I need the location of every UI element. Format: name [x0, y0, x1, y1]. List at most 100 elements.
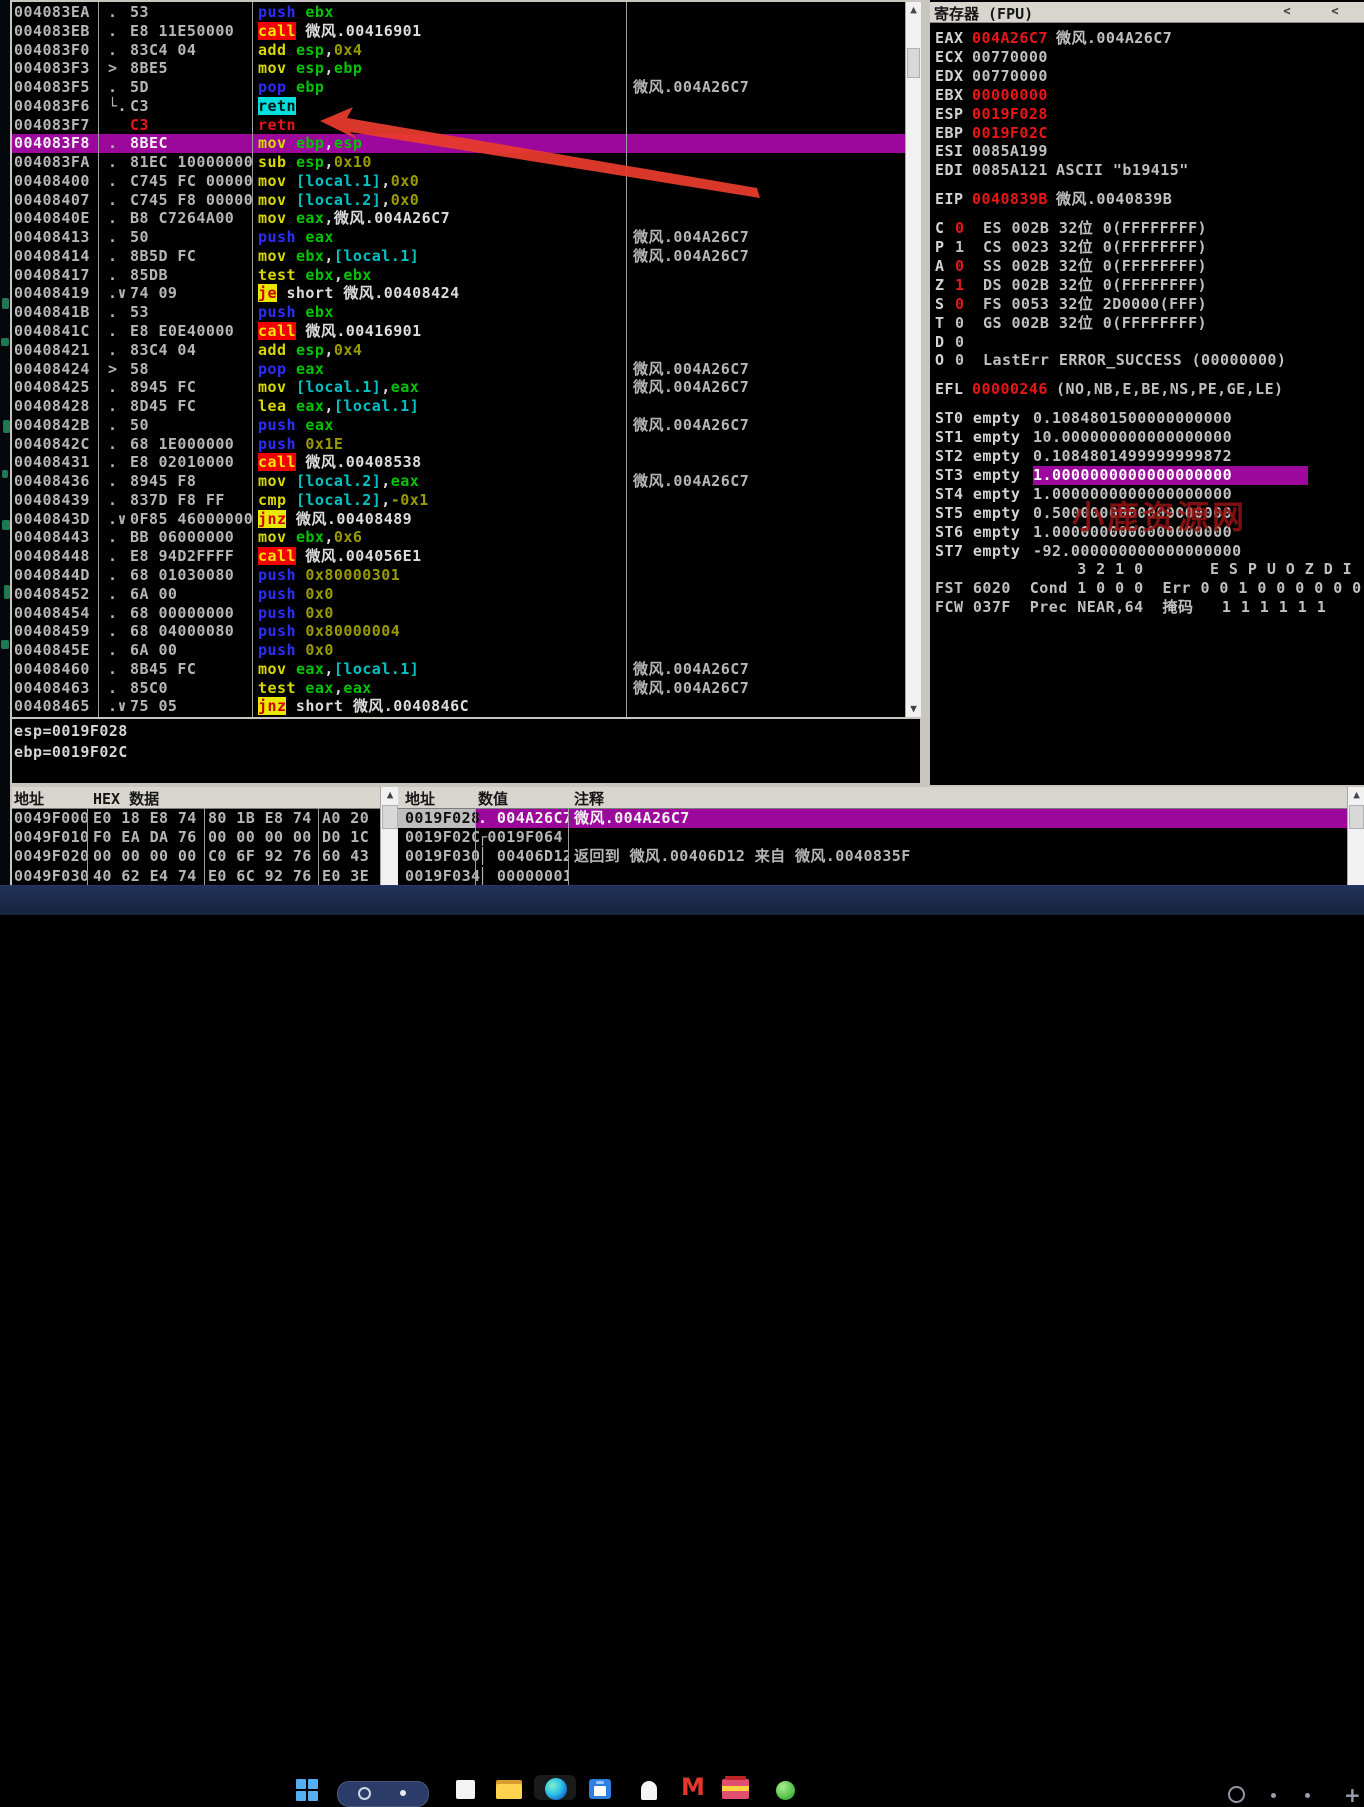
register-line[interactable]: EIP0040839B微风.0040839B — [930, 190, 1364, 209]
prev-pane-button[interactable]: < — [1276, 4, 1298, 20]
scroll-up-icon[interactable]: ▲ — [381, 787, 398, 803]
stack-pane[interactable]: 地址 数值 注释 0019F028. 004A26C7微风.004A26C700… — [398, 787, 1364, 885]
register-line[interactable]: ESI0085A199 — [930, 142, 1364, 161]
disasm-row[interactable]: 0040843D.∨0F85 46000000jnz 微风.00408489 — [12, 510, 905, 529]
register-line[interactable]: EDI0085A121ASCII "b19415" — [930, 161, 1364, 180]
disasm-row[interactable]: 004083EB.E8 11E50000call 微风.00416901 — [12, 22, 905, 41]
stack-row[interactable]: 0019F034│ 00000001 — [398, 867, 1364, 885]
stack-row[interactable]: 0019F028. 004A26C7微风.004A26C7 — [398, 809, 1364, 828]
register-line[interactable]: ECX00770000 — [930, 48, 1364, 67]
dump-pane[interactable]: 地址 HEX 数据 0049F000E0 18 E8 7480 1B E8 74… — [12, 787, 398, 885]
disasm-row[interactable]: 004083F0.83C4 04add esp,0x4 — [12, 41, 905, 60]
register-line[interactable]: EDX00770000 — [930, 67, 1364, 86]
scroll-down-icon[interactable]: ▼ — [906, 701, 921, 717]
register-line[interactable]: ST2 empty0.1084801499999999872 — [930, 447, 1364, 466]
disasm-row[interactable]: 00408417.85DBtest ebx,ebx — [12, 266, 905, 285]
scroll-thumb[interactable] — [1349, 805, 1364, 829]
edge-browser-icon[interactable] — [545, 1778, 567, 1800]
registers-pane[interactable]: 寄存器 (FPU) < < EAX004A26C7微风.004A26C7ECX0… — [930, 0, 1364, 785]
prev-pane-button[interactable]: < — [1324, 4, 1346, 20]
disasm-row[interactable]: 00408424>58pop eax微风.004A26C7 — [12, 360, 905, 379]
disasm-row[interactable]: 00408431.E8 02010000call 微风.00408538 — [12, 453, 905, 472]
register-line[interactable]: D0 — [930, 333, 1364, 352]
disasm-row[interactable]: 00408407.C745 F8 000000mov [local.2],0x0 — [12, 191, 905, 210]
stack-row[interactable]: 0019F02C┌0019F064 — [398, 828, 1364, 847]
disasm-row[interactable]: 00408421.83C4 04add esp,0x4 — [12, 341, 905, 360]
scroll-thumb[interactable] — [907, 48, 920, 78]
scroll-up-icon[interactable]: ▲ — [906, 2, 921, 18]
register-line[interactable]: O0LastErr ERROR_SUCCESS (00000000) — [930, 351, 1364, 370]
app-green-icon[interactable] — [776, 1781, 795, 1800]
disasm-row[interactable]: 004083F3>8BE5mov esp,ebp — [12, 59, 905, 78]
stack-scrollbar[interactable]: ▲ — [1347, 787, 1364, 885]
disasm-row[interactable]: 004083F5.5Dpop ebp微风.004A26C7 — [12, 78, 905, 97]
scroll-thumb[interactable] — [382, 805, 398, 829]
disasm-row[interactable]: 00408414.8B5D FCmov ebx,[local.1]微风.004A… — [12, 247, 905, 266]
dump-row[interactable]: 0049F02000 00 00 00C0 6F 92 7660 43 — [12, 847, 398, 866]
disasm-row[interactable]: 004083FA.81EC 10000000sub esp,0x10 — [12, 153, 905, 172]
disasm-row[interactable]: 00408454.68 00000000push 0x0 — [12, 604, 905, 623]
register-line[interactable]: ESP0019F028 — [930, 105, 1364, 124]
disasm-row[interactable]: 00408400.C745 FC 000000mov [local.1],0x0 — [12, 172, 905, 191]
disasm-row[interactable]: 00408452.6A 00push 0x0 — [12, 585, 905, 604]
start-button-icon[interactable] — [296, 1779, 319, 1802]
disasm-row[interactable]: 00408425.8945 FCmov [local.1],eax微风.004A… — [12, 378, 905, 397]
disasm-row[interactable]: 004083EA.53push ebx — [12, 3, 905, 22]
register-line[interactable]: EBP0019F02C — [930, 124, 1364, 143]
stack-row[interactable]: 0019F030│ 00406D12返回到 微风.00406D12 来自 微风.… — [398, 847, 1364, 866]
plus-icon[interactable]: + — [1344, 1783, 1361, 1807]
clock-icon[interactable] — [1228, 1786, 1245, 1803]
disasm-row[interactable]: 00408439.837D F8 FFcmp [local.2],-0x1 — [12, 491, 905, 510]
disasm-row[interactable]: 004083F8.8BECmov ebp,esp — [12, 134, 905, 153]
register-line[interactable]: ST3 empty1.0000000000000000000 — [930, 466, 1364, 485]
register-line[interactable]: FCW 037F Prec NEAR,64 掩码 1 1 1 1 1 1 — [930, 598, 1364, 617]
disasm-row[interactable]: 00408465.∨75 05jnz short 微风.0040846C — [12, 697, 905, 716]
dump-row[interactable]: 0049F000E0 18 E8 7480 1B E8 74A0 20 — [12, 809, 398, 828]
register-line[interactable]: ST0 empty0.1084801500000000000 — [930, 409, 1364, 428]
register-line[interactable]: P1CS 0023 32位 0(FFFFFFFF) — [930, 238, 1364, 257]
register-line[interactable]: Z1DS 002B 32位 0(FFFFFFFF) — [930, 276, 1364, 295]
app-window-icon[interactable] — [456, 1780, 475, 1799]
disasm-row[interactable]: 0040842B.50push eax微风.004A26C7 — [12, 416, 905, 435]
disasm-row[interactable]: 00408459.68 04000080push 0x80000004 — [12, 622, 905, 641]
disasm-row[interactable]: 0040842C.68 1E000000push 0x1E — [12, 435, 905, 454]
disasm-row[interactable]: 0040840E.B8 C7264A00mov eax,微风.004A26C7 — [12, 209, 905, 228]
dump-row[interactable]: 0049F010F0 EA DA 7600 00 00 00D0 1C — [12, 828, 398, 847]
register-line[interactable]: A0SS 002B 32位 0(FFFFFFFF) — [930, 257, 1364, 276]
microsoft-store-icon[interactable] — [589, 1779, 611, 1799]
register-line[interactable]: EFL00000246(NO,NB,E,BE,NS,PE,GE,LE) — [930, 380, 1364, 399]
disasm-row[interactable]: 0040841B.53push ebx — [12, 303, 905, 322]
register-line[interactable]: 3 2 1 0 E S P U O Z D I — [930, 560, 1364, 579]
disasm-row[interactable]: 00408413.50push eax微风.004A26C7 — [12, 228, 905, 247]
disasm-row[interactable]: 00408428.8D45 FClea eax,[local.1] — [12, 397, 905, 416]
register-line[interactable]: C0ES 002B 32位 0(FFFFFFFF) — [930, 219, 1364, 238]
disasm-row[interactable]: 00408443.BB 06000000mov ebx,0x6 — [12, 528, 905, 547]
disasm-row[interactable]: 004083F7C3retn — [12, 116, 905, 135]
register-line[interactable]: EAX004A26C7微风.004A26C7 — [930, 29, 1364, 48]
file-explorer-icon[interactable] — [496, 1780, 522, 1799]
dump-scrollbar[interactable]: ▲ — [380, 787, 398, 885]
register-line[interactable]: ST7 empty-92.000000000000000000 — [930, 542, 1364, 561]
disasm-scrollbar[interactable]: ▲ ▼ — [905, 2, 921, 717]
disasm-row[interactable]: 0040844D.68 01030080push 0x80000301 — [12, 566, 905, 585]
scroll-up-icon[interactable]: ▲ — [1348, 787, 1364, 803]
search-box[interactable] — [337, 1781, 429, 1807]
disasm-row[interactable]: 00408448.E8 94D2FFFFcall 微风.004056E1 — [12, 547, 905, 566]
disasm-row[interactable]: 0040841C.E8 E0E40000call 微风.00416901 — [12, 322, 905, 341]
app-light-icon[interactable] — [641, 1781, 657, 1800]
disassembly-pane[interactable]: 004083EA.53push ebx004083EB.E8 11E50000c… — [12, 2, 905, 717]
disasm-row[interactable]: 0040845E.6A 00push 0x0 — [12, 641, 905, 660]
disasm-row[interactable]: 00408463.85C0test eax,eax微风.004A26C7 — [12, 679, 905, 698]
mail-icon[interactable]: M — [681, 1775, 705, 1799]
disasm-row[interactable]: 00408419.∨74 09je short 微风.00408424 — [12, 284, 905, 303]
disasm-row[interactable]: 00408460.8B45 FCmov eax,[local.1]微风.004A… — [12, 660, 905, 679]
register-line[interactable]: ST1 empty10.000000000000000000 — [930, 428, 1364, 447]
register-line[interactable]: S0FS 0053 32位 2D0000(FFF) — [930, 295, 1364, 314]
register-line[interactable]: FST 6020 Cond 1 0 0 0 Err 0 0 1 0 0 0 0 … — [930, 579, 1364, 598]
disasm-row[interactable]: 00408436.8945 F8mov [local.2],eax微风.004A… — [12, 472, 905, 491]
winrar-icon[interactable] — [722, 1779, 749, 1799]
register-line[interactable]: EBX00000000 — [930, 86, 1364, 105]
dump-row[interactable]: 0049F03040 62 E4 74E0 6C 92 76E0 3E — [12, 867, 398, 885]
info-pane[interactable]: esp=0019F028 ebp=0019F02C — [12, 719, 920, 783]
disasm-row[interactable]: 004083F6└.C3retn — [12, 97, 905, 116]
